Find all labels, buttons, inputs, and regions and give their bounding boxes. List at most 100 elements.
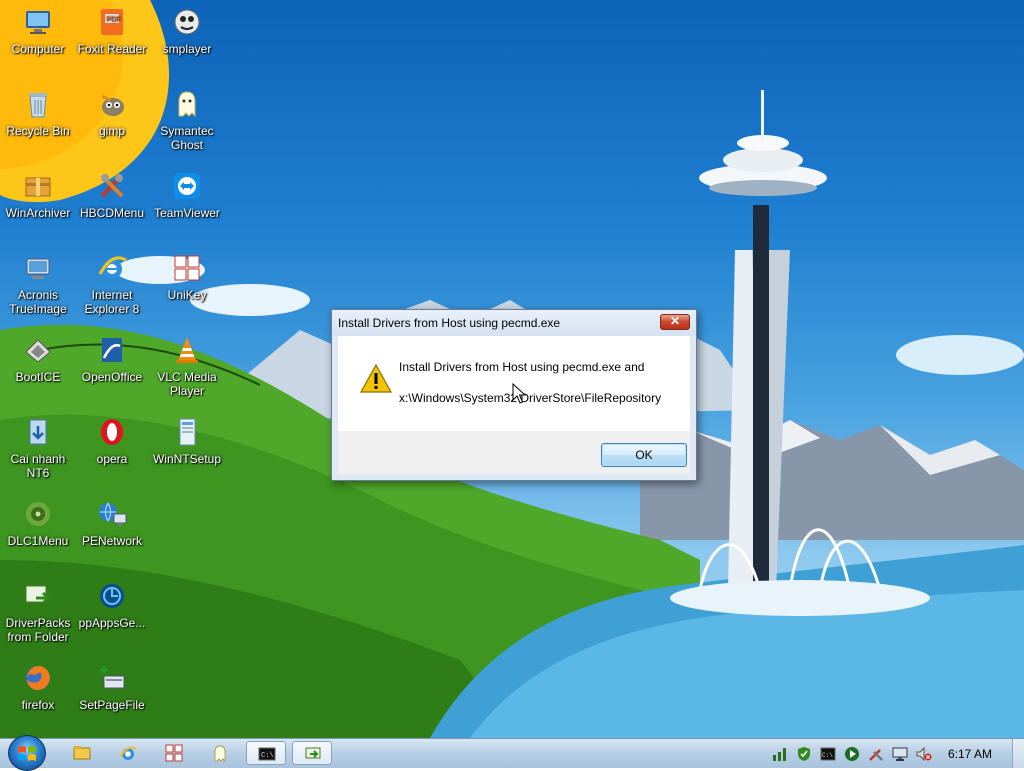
desktop-icon-label: DLC1Menu: [7, 534, 69, 548]
tray-network-icon[interactable]: [772, 746, 788, 762]
desktop-icon-opera[interactable]: opera: [74, 416, 150, 466]
command-prompt-icon: C:\: [258, 747, 276, 761]
desktop-icon-label: Acronis TrueImage: [9, 288, 67, 316]
desktop-icon-label: DriverPacks from Folder: [5, 616, 71, 644]
desktop-icon-label: PENetwork: [81, 534, 143, 548]
recycle-bin-icon: [22, 88, 54, 120]
driver-pack-icon: [22, 580, 54, 612]
desktop-icon-winntsetup[interactable]: WinNTSetup: [149, 416, 225, 466]
desktop-icon-internet-explorer[interactable]: Internet Explorer 8: [74, 252, 150, 316]
tools-icon: [96, 170, 128, 202]
disk-icon: [22, 334, 54, 366]
tray-command-prompt-icon[interactable]: C:\: [820, 746, 836, 762]
close-button[interactable]: ✕: [660, 314, 690, 330]
vlc-cone-icon: [171, 334, 203, 366]
desktop-icon-unikey[interactable]: UniKey: [149, 252, 225, 302]
pagefile-icon: [96, 662, 128, 694]
dialog-title: Install Drivers from Host using pecmd.ex…: [338, 316, 561, 330]
desktop-icon-label: TeamViewer: [154, 206, 220, 220]
office-icon: [96, 334, 128, 366]
close-icon: ✕: [669, 314, 681, 328]
taskbar-clock[interactable]: 6:17 AM: [948, 747, 992, 761]
desktop-icon-label: VLC Media Player: [157, 370, 217, 398]
taskbar-file-explorer[interactable]: [62, 741, 102, 765]
desktop-icon-recycle-bin[interactable]: Recycle Bin: [0, 88, 76, 138]
warning-icon: [360, 364, 392, 393]
setup-icon: [171, 416, 203, 448]
tray-security-shield-icon[interactable]: [796, 746, 812, 762]
backup-icon: [22, 252, 54, 284]
desktop-icon-ppappsge[interactable]: ppAppsGe...: [74, 580, 150, 630]
windows-logo-icon: [18, 746, 36, 761]
desktop-icon-penetwork[interactable]: PENetwork: [74, 498, 150, 548]
desktop-icon-driverpacks[interactable]: DriverPacks from Folder: [0, 580, 76, 644]
apps-icon: [96, 580, 128, 612]
taskbar: C:\ C:\ 6:17 AM: [0, 735, 1024, 771]
desktop-icon-label: HBCDMenu: [79, 206, 145, 220]
dialog-message-line-2: x:\Windows\System32\DriverStore\FileRepo…: [399, 391, 662, 405]
desktop-icon-label: firefox: [21, 698, 55, 712]
unikey-icon: [165, 744, 183, 762]
dialog-message-line-1: Install Drivers from Host using pecmd.ex…: [399, 360, 645, 374]
taskbar-command-prompt[interactable]: C:\: [246, 741, 286, 765]
desktop-icon-openoffice[interactable]: OpenOffice: [74, 334, 150, 384]
driver-install-icon: [305, 747, 321, 759]
desktop-icon-symantec-ghost[interactable]: Symantec Ghost: [149, 88, 225, 152]
desktop-icon-label: OpenOffice: [81, 370, 143, 384]
ok-button[interactable]: OK: [601, 443, 687, 467]
desktop-icon-dlc1menu[interactable]: DLC1Menu: [0, 498, 76, 548]
desktop-icon-computer[interactable]: Computer: [0, 6, 76, 56]
desktop-icon-vlc[interactable]: VLC Media Player: [149, 334, 225, 398]
taskbar-unikey[interactable]: [154, 741, 194, 765]
gimp-icon: [96, 88, 128, 120]
desktop-icon-label: Foxit Reader: [77, 42, 147, 56]
desktop-icon-label: WinArchiver: [5, 206, 71, 220]
media-player-icon: [171, 6, 203, 38]
desktop-icon-label: opera: [96, 452, 128, 466]
network-icon: [96, 498, 128, 530]
tray-tools-icon[interactable]: [868, 746, 884, 762]
desktop-icon-label: BootICE: [15, 370, 61, 384]
taskbar-driver-install[interactable]: [292, 741, 332, 765]
desktop-icon-foxit-reader[interactable]: PDF Foxit Reader: [74, 6, 150, 56]
desktop-icon-label: UniKey: [167, 288, 207, 302]
tray-volume-muted-icon[interactable]: [916, 746, 932, 762]
menu-disc-icon: [22, 498, 54, 530]
desktop-icon-teamviewer[interactable]: TeamViewer: [149, 170, 225, 220]
tray-monitor-icon[interactable]: [892, 746, 908, 762]
mouse-cursor-icon: [512, 383, 526, 404]
taskbar-internet-explorer[interactable]: [108, 741, 148, 765]
taskbar-ghost[interactable]: [200, 741, 240, 765]
desktop-icon-label: smplayer: [162, 42, 212, 56]
dialog-titlebar[interactable]: Install Drivers from Host using pecmd.ex…: [332, 310, 696, 336]
desktop-icon-acronis-trueimage[interactable]: Acronis TrueImage: [0, 252, 76, 316]
opera-icon: [96, 416, 128, 448]
desktop-icon-label: WinNTSetup: [152, 452, 222, 466]
desktop-icon-firefox[interactable]: firefox: [0, 662, 76, 712]
desktop-icon-gimp[interactable]: gimp: [74, 88, 150, 138]
desktop-icon-setpagefile[interactable]: SetPageFile: [74, 662, 150, 712]
desktop-icon-label: Internet Explorer 8: [84, 288, 140, 316]
desktop-icon-label: Cai nhanh NT6: [10, 452, 66, 480]
internet-explorer-icon: [119, 746, 137, 760]
desktop-icon-label: ppAppsGe...: [78, 616, 146, 630]
svg-text:PDF: PDF: [106, 16, 120, 23]
desktop-icon-label: Computer: [11, 42, 65, 56]
computer-icon: [22, 6, 54, 38]
desktop-icon-label: Recycle Bin: [6, 124, 70, 138]
installer-icon: [22, 416, 54, 448]
desktop-icon-cai-nhanh-nt6[interactable]: Cai nhanh NT6: [0, 416, 76, 480]
archive-icon: [22, 170, 54, 202]
pdf-icon: PDF: [96, 6, 128, 38]
tray-media-play-icon[interactable]: [844, 746, 860, 762]
show-desktop-button[interactable]: [1012, 739, 1024, 768]
desktop-icon-bootice[interactable]: BootICE: [0, 334, 76, 384]
keyboard-icon: [171, 252, 203, 284]
desktop-icon-label: SetPageFile: [79, 698, 145, 712]
start-button[interactable]: [8, 735, 46, 771]
desktop-icon-smplayer[interactable]: smplayer: [149, 6, 225, 56]
dialog-footer: OK: [338, 431, 690, 474]
desktop-icon-hbcdmenu[interactable]: HBCDMenu: [74, 170, 150, 220]
firefox-icon: [22, 662, 54, 694]
desktop-icon-winarchiver[interactable]: WinArchiver: [0, 170, 76, 220]
